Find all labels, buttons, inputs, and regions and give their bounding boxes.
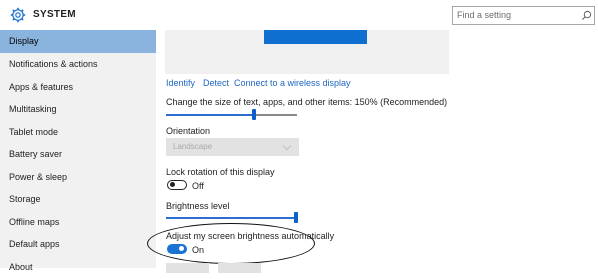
detect-link[interactable]: Detect (203, 78, 229, 88)
sidebar-item-battery-saver[interactable]: Battery saver (0, 143, 156, 166)
toggle-knob (170, 182, 175, 187)
cancel-button[interactable] (218, 263, 261, 273)
lock-rotation-label: Lock rotation of this display (166, 167, 275, 177)
brightness-slider-fill[interactable] (166, 217, 296, 219)
annotation-circle (147, 223, 315, 264)
window-title: SYSTEM (33, 9, 76, 20)
brightness-slider-thumb[interactable] (294, 212, 298, 223)
display-arrangement-area (165, 30, 449, 74)
brightness-label: Brightness level (166, 201, 230, 211)
sidebar-item-display[interactable]: Display (0, 30, 156, 53)
sidebar-item-default-apps[interactable]: Default apps (0, 233, 156, 256)
scale-slider-fill (166, 114, 254, 116)
sidebar-item-offline-maps[interactable]: Offline maps (0, 211, 156, 234)
sidebar-item-tablet-mode[interactable]: Tablet mode (0, 121, 156, 144)
sidebar-item-power-sleep[interactable]: Power & sleep (0, 166, 156, 189)
search-placeholder: Find a setting (457, 10, 512, 20)
connect-wireless-display-link[interactable]: Connect to a wireless display (234, 78, 351, 88)
scale-slider-thumb[interactable] (252, 109, 256, 120)
sidebar-item-multitasking[interactable]: Multitasking (0, 98, 156, 121)
monitor-1[interactable] (264, 30, 367, 44)
orientation-value: Landscape (173, 142, 213, 151)
scale-slider-track[interactable] (254, 114, 297, 116)
orientation-dropdown[interactable]: Landscape (166, 138, 299, 156)
orientation-label: Orientation (166, 126, 211, 136)
lock-rotation-state: Off (192, 181, 204, 191)
scale-label: Change the size of text, apps, and other… (166, 97, 448, 107)
identify-link[interactable]: Identify (166, 78, 195, 88)
gear-icon (10, 7, 26, 23)
lock-rotation-toggle[interactable] (167, 180, 187, 190)
apply-button[interactable] (166, 263, 209, 273)
sidebar-item-notifications[interactable]: Notifications & actions (0, 53, 156, 76)
search-input[interactable]: Find a setting (452, 6, 595, 25)
sidebar-item-apps-features[interactable]: Apps & features (0, 76, 156, 99)
sidebar: Display Notifications & actions Apps & f… (0, 30, 156, 272)
search-icon[interactable] (581, 10, 592, 21)
title-bar: SYSTEM Find a setting (0, 0, 598, 31)
sidebar-item-storage[interactable]: Storage (0, 188, 156, 211)
chevron-down-icon (282, 141, 292, 151)
